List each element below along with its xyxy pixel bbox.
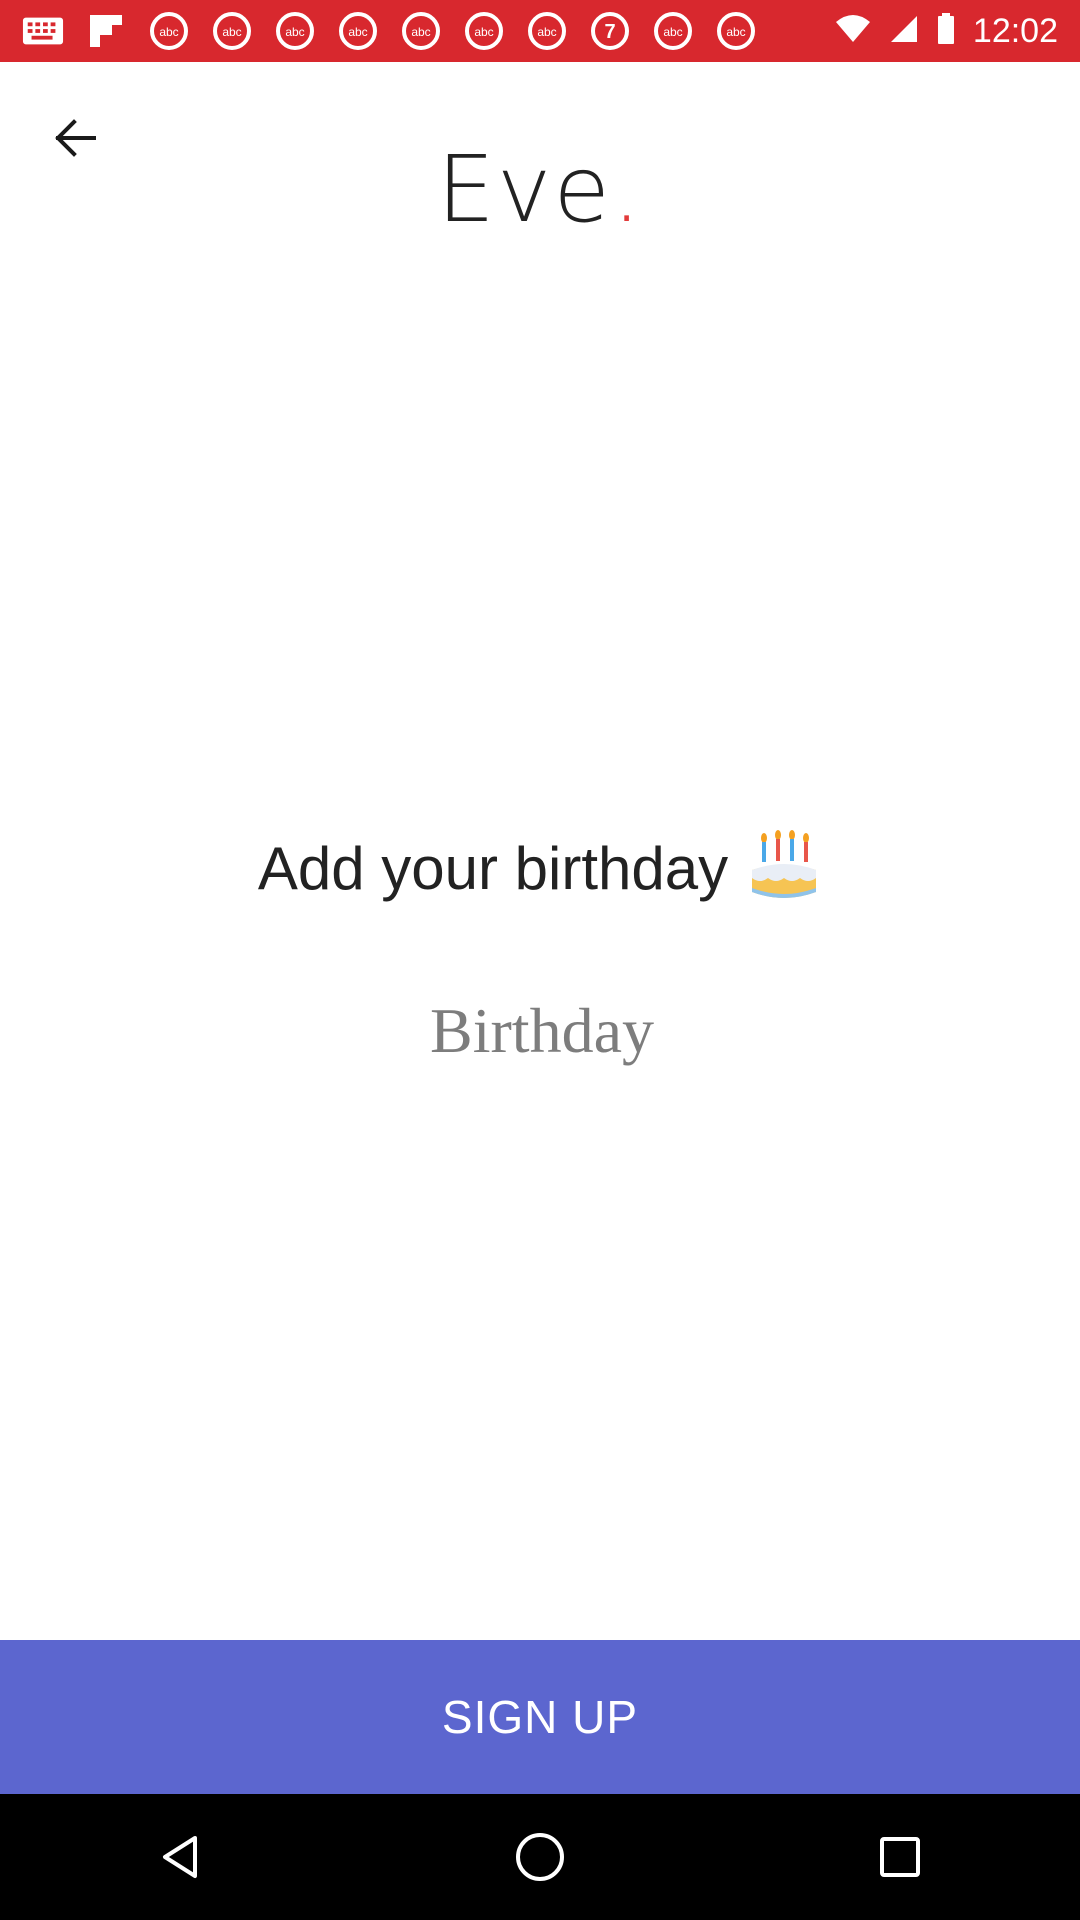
nav-home-button[interactable]: [480, 1797, 600, 1917]
status-bar: abc abc abc abc abc abc abc 7 abc abc 12…: [0, 0, 1080, 62]
battery-icon: [937, 12, 955, 50]
abc-news-icon: abc: [400, 10, 442, 52]
nav-recents-icon: [880, 1837, 920, 1877]
notification-icons: abc abc abc abc abc abc abc 7 abc abc: [22, 10, 757, 52]
abc-news-icon: abc: [463, 10, 505, 52]
logo-dot: .: [611, 136, 644, 243]
nav-back-button[interactable]: [120, 1797, 240, 1917]
app-logo: Eve.: [0, 140, 1080, 240]
abc-news-icon: abc: [526, 10, 568, 52]
svg-text:abc: abc: [285, 25, 304, 39]
svg-text:7: 7: [604, 21, 615, 43]
svg-text:abc: abc: [726, 25, 745, 39]
abc-news-icon: abc: [715, 10, 757, 52]
keyboard-icon: [22, 10, 64, 52]
status-right: 12:02: [835, 0, 1058, 62]
birthday-cake-icon: [752, 830, 817, 898]
nav-recents-button[interactable]: [840, 1797, 960, 1917]
screen: abc abc abc abc abc abc abc 7 abc abc 12…: [0, 0, 1080, 1920]
svg-text:abc: abc: [348, 25, 367, 39]
navigation-bar: [0, 1794, 1080, 1920]
svg-text:abc: abc: [663, 25, 682, 39]
heading-text: Add your birthday: [257, 834, 729, 902]
status-time: 12:02: [972, 11, 1058, 50]
flipboard-icon: [85, 10, 127, 52]
wifi-icon: [835, 14, 871, 49]
abc7-icon: 7: [589, 10, 631, 52]
sign-up-button[interactable]: SIGN UP: [0, 1640, 1080, 1794]
signal-icon: [889, 14, 919, 49]
abc-news-icon: abc: [274, 10, 316, 52]
svg-text:abc: abc: [474, 25, 493, 39]
abc-news-icon: abc: [337, 10, 379, 52]
svg-text:abc: abc: [537, 25, 556, 39]
nav-back-icon: [163, 1836, 197, 1878]
birthday-heading: Add your birthday: [0, 830, 1080, 906]
birthday-input[interactable]: [240, 985, 844, 1077]
svg-text:abc: abc: [411, 25, 430, 39]
svg-text:abc: abc: [222, 25, 241, 39]
abc-news-icon: abc: [211, 10, 253, 52]
nav-home-icon: [516, 1833, 564, 1881]
abc-news-icon: abc: [652, 10, 694, 52]
logo-text: Eve: [436, 136, 612, 243]
abc-news-icon: abc: [148, 10, 190, 52]
svg-text:abc: abc: [159, 25, 178, 39]
